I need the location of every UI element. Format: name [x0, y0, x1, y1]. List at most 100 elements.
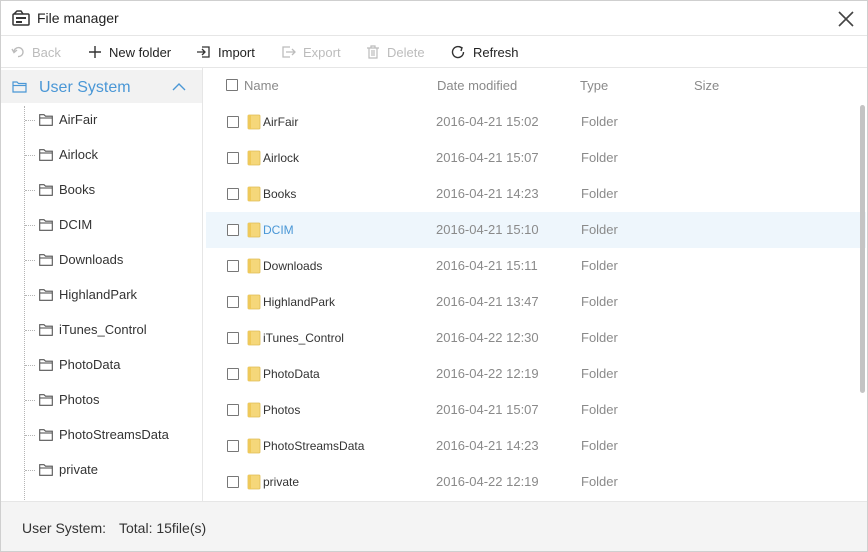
row-date: 2016-04-22 12:19 — [436, 366, 539, 381]
export-label: Export — [303, 44, 341, 60]
sidebar-item[interactable]: HighlandPark — [1, 278, 202, 313]
table-row[interactable]: Airlock 2016-04-21 15:07 Folder — [206, 140, 866, 176]
sidebar-item[interactable]: iTunes_Control — [1, 313, 202, 348]
row-checkbox[interactable] — [227, 116, 239, 128]
sidebar-item-label: PhotoStreamsData — [59, 427, 169, 442]
refresh-button[interactable]: Refresh — [451, 36, 519, 68]
row-name: private — [263, 475, 300, 489]
sidebar-item[interactable]: PhotoData — [1, 348, 202, 383]
window-title: File manager — [37, 10, 119, 26]
sidebar-item[interactable]: Books — [1, 173, 202, 208]
row-checkbox[interactable] — [227, 296, 239, 308]
folder-icon — [39, 394, 53, 406]
back-button[interactable]: Back — [11, 36, 61, 68]
table-row[interactable]: HighlandPark 2016-04-21 13:47 Folder — [206, 284, 866, 320]
sidebar-tree: User System AirFair Airlock Books DCIM Downl… — [1, 68, 203, 501]
column-header-name[interactable]: Name — [244, 78, 279, 93]
row-name: Photos — [263, 403, 301, 417]
import-button[interactable]: Import — [196, 36, 255, 68]
back-icon — [11, 46, 24, 58]
column-header-size[interactable]: Size — [694, 78, 719, 93]
sidebar-item-label: Books — [59, 182, 96, 197]
folder-icon — [247, 114, 261, 130]
table-row[interactable]: iTunes_Control 2016-04-22 12:30 Folder — [206, 320, 866, 356]
sidebar-item[interactable]: PhotoStreamsData — [1, 418, 202, 453]
delete-button[interactable]: Delete — [366, 36, 425, 68]
column-header-type[interactable]: Type — [580, 78, 608, 93]
status-location: User System: — [22, 520, 107, 536]
folder-icon — [247, 366, 261, 382]
folder-icon — [39, 254, 53, 266]
export-icon — [282, 46, 296, 58]
column-header-date[interactable]: Date modified — [437, 78, 517, 93]
refresh-label: Refresh — [473, 44, 519, 60]
row-checkbox[interactable] — [227, 332, 239, 344]
vertical-scrollbar[interactable] — [860, 105, 865, 393]
folder-icon — [39, 114, 53, 126]
sidebar-item[interactable]: Photos — [1, 383, 202, 418]
row-date: 2016-04-21 15:11 — [436, 258, 538, 273]
row-checkbox[interactable] — [227, 224, 239, 236]
export-button[interactable]: Export — [281, 36, 341, 68]
app-icon — [12, 10, 30, 26]
row-type: Folder — [581, 186, 618, 201]
row-date: 2016-04-22 12:30 — [436, 330, 539, 345]
row-type: Folder — [581, 330, 618, 345]
list-header: Name Date modified Type Size — [203, 68, 867, 104]
folder-icon — [247, 330, 261, 346]
sidebar-item[interactable]: Downloads — [1, 243, 202, 278]
row-name: HighlandPark — [263, 295, 336, 309]
import-icon — [197, 46, 210, 58]
chevron-up-icon[interactable] — [172, 82, 186, 91]
folder-icon — [247, 186, 261, 202]
table-row[interactable]: Photos 2016-04-21 15:07 Folder — [206, 392, 866, 428]
table-row[interactable]: DCIM 2016-04-21 15:10 Folder — [206, 212, 866, 248]
folder-icon — [247, 258, 261, 274]
table-row[interactable]: Downloads 2016-04-21 15:11 Folder — [206, 248, 866, 284]
sidebar-item[interactable]: Airlock — [1, 138, 202, 173]
folder-icon — [247, 474, 261, 490]
folder-icon — [39, 149, 53, 161]
row-name: PhotoStreamsData — [263, 439, 365, 453]
row-name: DCIM — [263, 223, 294, 237]
back-label: Back — [32, 44, 61, 60]
row-checkbox[interactable] — [227, 368, 239, 380]
table-row[interactable]: private 2016-04-22 12:19 Folder — [206, 464, 866, 500]
row-checkbox[interactable] — [227, 476, 239, 488]
sidebar-item[interactable]: private — [1, 453, 202, 488]
row-checkbox[interactable] — [227, 260, 239, 272]
table-row[interactable]: PhotoStreamsData 2016-04-21 14:23 Folder — [206, 428, 866, 464]
sidebar-item-label: PhotoData — [59, 357, 121, 372]
close-icon[interactable] — [835, 8, 857, 30]
row-type: Folder — [581, 222, 618, 237]
row-date: 2016-04-21 15:07 — [436, 402, 539, 417]
row-type: Folder — [581, 366, 618, 381]
sidebar-item[interactable]: DCIM — [1, 208, 202, 243]
row-name: iTunes_Control — [263, 331, 344, 345]
sidebar-item[interactable]: AirFair — [1, 103, 202, 138]
new-folder-button[interactable]: New folder — [88, 36, 171, 68]
tree-branch-line — [25, 260, 35, 261]
sidebar-root-user-system[interactable]: User System — [1, 70, 202, 103]
row-type: Folder — [581, 438, 618, 453]
tree-branch-line — [25, 435, 35, 436]
row-checkbox[interactable] — [227, 188, 239, 200]
sidebar-item-label: iTunes_Control — [59, 322, 147, 337]
row-type: Folder — [581, 114, 618, 129]
folder-icon — [247, 222, 261, 238]
row-date: 2016-04-22 12:19 — [436, 474, 539, 489]
sidebar-item-label: Airlock — [59, 147, 99, 162]
sidebar-item-label: HighlandPark — [59, 287, 138, 302]
table-row[interactable]: AirFair 2016-04-21 15:02 Folder — [206, 104, 866, 140]
row-checkbox[interactable] — [227, 404, 239, 416]
table-row[interactable]: PhotoData 2016-04-22 12:19 Folder — [206, 356, 866, 392]
folder-icon — [247, 150, 261, 166]
row-name: Airlock — [263, 151, 300, 165]
row-checkbox[interactable] — [227, 440, 239, 452]
row-checkbox[interactable] — [227, 152, 239, 164]
table-row[interactable]: Books 2016-04-21 14:23 Folder — [206, 176, 866, 212]
folder-icon — [247, 438, 261, 454]
select-all-checkbox[interactable] — [226, 79, 238, 91]
folder-icon — [247, 294, 261, 310]
folder-open-icon — [12, 81, 27, 93]
